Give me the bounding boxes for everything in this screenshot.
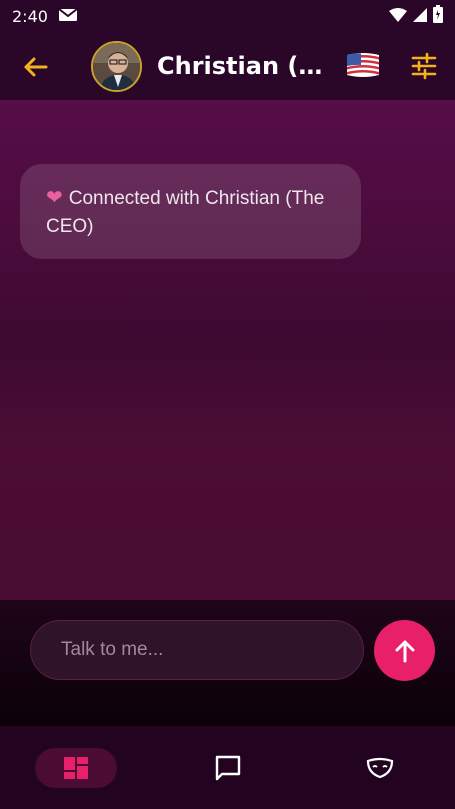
nav-chat[interactable] — [208, 748, 248, 788]
message-input[interactable]: Talk to me... — [30, 620, 364, 680]
system-message: ❤ Connected with Christian (The CEO) — [20, 164, 361, 259]
send-button[interactable] — [374, 620, 435, 681]
sliders-icon — [411, 52, 437, 80]
status-bar: 2:40 — [0, 0, 455, 32]
nav-mask[interactable] — [360, 748, 400, 788]
nav-dashboard[interactable] — [35, 748, 117, 788]
dashboard-icon — [64, 757, 88, 779]
chat-icon — [215, 755, 241, 781]
arrow-up-icon — [395, 640, 414, 662]
mail-icon — [58, 7, 78, 26]
status-time: 2:40 — [12, 6, 48, 26]
signal-icon — [413, 7, 427, 26]
composer: Talk to me... — [0, 600, 455, 726]
avatar[interactable] — [91, 41, 142, 92]
us-flag-icon[interactable] — [345, 50, 381, 80]
system-message-text: Connected with Christian (The CEO) — [46, 188, 325, 237]
status-icons — [389, 5, 443, 27]
battery-icon — [433, 5, 443, 27]
back-button[interactable] — [20, 52, 50, 82]
wifi-icon — [389, 7, 407, 26]
page-title: Christian (T... — [157, 52, 327, 80]
message-input-placeholder: Talk to me... — [61, 639, 164, 660]
filter-settings-button[interactable] — [410, 52, 438, 80]
heart-icon: ❤ — [46, 187, 63, 209]
mask-icon — [366, 757, 394, 779]
arrow-left-icon — [24, 57, 48, 77]
chat-area[interactable]: ❤ Connected with Christian (The CEO) — [0, 100, 455, 600]
app-header: Christian (T... — [0, 32, 455, 100]
bottom-nav — [0, 726, 455, 809]
